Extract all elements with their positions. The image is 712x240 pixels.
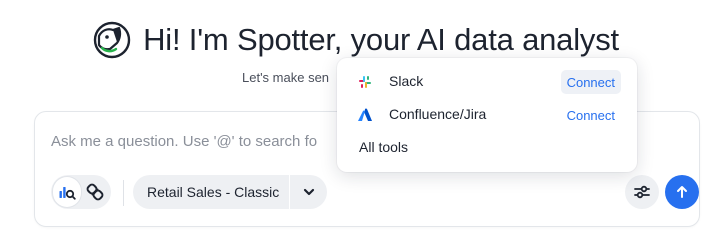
mode-toggle-group bbox=[51, 175, 111, 209]
connector-item-slack[interactable]: Slack Connect bbox=[337, 66, 637, 98]
link-mode-button[interactable] bbox=[81, 177, 109, 207]
slack-connect-button[interactable]: Connect bbox=[560, 70, 621, 94]
chart-search-mode-button[interactable] bbox=[53, 177, 81, 207]
link-icon bbox=[86, 183, 104, 201]
connector-name: Slack bbox=[389, 73, 424, 89]
sliders-icon bbox=[634, 185, 650, 199]
connectors-dropdown: Slack Connect Confluence/Jira Connect Al… bbox=[337, 58, 637, 172]
data-source-select[interactable]: Retail Sales - Classic bbox=[133, 175, 327, 209]
chart-search-icon bbox=[59, 187, 76, 200]
send-button[interactable] bbox=[665, 175, 699, 209]
composer-toolbar: Retail Sales - Classic bbox=[51, 174, 699, 210]
connector-item-confluence-jira[interactable]: Confluence/Jira Connect bbox=[337, 99, 637, 131]
connector-name: Confluence/Jira bbox=[389, 106, 487, 122]
chevron-down-icon bbox=[303, 188, 314, 196]
settings-button[interactable] bbox=[625, 175, 659, 209]
all-tools-item[interactable]: All tools bbox=[337, 132, 637, 164]
all-tools-label: All tools bbox=[359, 139, 409, 155]
data-source-label: Retail Sales - Classic bbox=[147, 184, 280, 200]
data-source-chevron-button[interactable] bbox=[290, 175, 327, 209]
atlassian-icon bbox=[358, 108, 372, 121]
hero-header: Hi! I'm Spotter, your AI data analyst bbox=[0, 16, 712, 64]
page-title: Hi! I'm Spotter, your AI data analyst bbox=[143, 22, 619, 57]
arrow-up-icon bbox=[677, 186, 687, 198]
spotter-dog-icon bbox=[93, 21, 131, 59]
question-input[interactable] bbox=[51, 130, 341, 152]
subtitle: Let's make sen bbox=[242, 70, 330, 85]
toolbar-divider bbox=[123, 180, 124, 206]
confluence-connect-button[interactable]: Connect bbox=[561, 103, 621, 127]
slack-icon bbox=[359, 76, 371, 88]
